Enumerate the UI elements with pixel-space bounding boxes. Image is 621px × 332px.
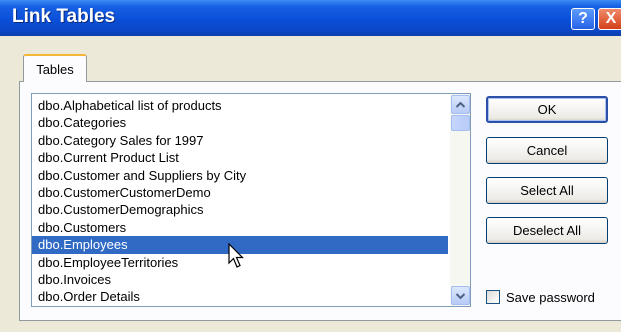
tables-list: dbo.Alphabetical list of products dbo.Cat…: [32, 97, 448, 306]
chevron-down-icon: [456, 292, 465, 299]
save-password-label[interactable]: Save password: [506, 290, 595, 305]
list-item[interactable]: dbo.CustomerDemographics: [32, 201, 448, 218]
list-item[interactable]: dbo.Invoices: [32, 271, 448, 288]
arrow-cursor-icon: [228, 243, 244, 268]
list-item[interactable]: dbo.Alphabetical list of products: [32, 97, 448, 114]
list-item[interactable]: dbo.Current Product List: [32, 149, 448, 166]
close-button[interactable]: X: [598, 8, 621, 30]
title-bar[interactable]: Link Tables ? X: [0, 0, 621, 36]
tab-tables[interactable]: Tables: [23, 54, 87, 82]
select-all-button[interactable]: Select All: [486, 177, 608, 204]
help-icon: ?: [578, 10, 588, 27]
list-item[interactable]: dbo.Customers: [32, 219, 448, 236]
window-title: Link Tables: [12, 6, 116, 27]
cancel-button[interactable]: Cancel: [486, 137, 608, 164]
list-item[interactable]: dbo.Order Details: [32, 288, 448, 305]
tables-listbox[interactable]: dbo.Alphabetical list of products dbo.Cat…: [31, 93, 471, 307]
scroll-down-button[interactable]: [451, 286, 470, 305]
list-item[interactable]: dbo.Category Sales for 1997: [32, 132, 448, 149]
deselect-all-button[interactable]: Deselect All: [486, 217, 608, 244]
help-button[interactable]: ?: [571, 8, 595, 30]
list-item[interactable]: dbo.Customer and Suppliers by City: [32, 167, 448, 184]
list-item[interactable]: dbo.CustomerCustomerDemo: [32, 184, 448, 201]
ok-button[interactable]: OK: [486, 96, 608, 123]
vertical-scrollbar[interactable]: [450, 94, 470, 306]
chevron-up-icon: [456, 101, 465, 108]
scroll-thumb[interactable]: [451, 115, 470, 131]
save-password-checkbox[interactable]: [486, 290, 500, 304]
close-icon: X: [605, 10, 617, 27]
list-item[interactable]: dbo.Categories: [32, 114, 448, 131]
scroll-up-button[interactable]: [451, 95, 470, 114]
